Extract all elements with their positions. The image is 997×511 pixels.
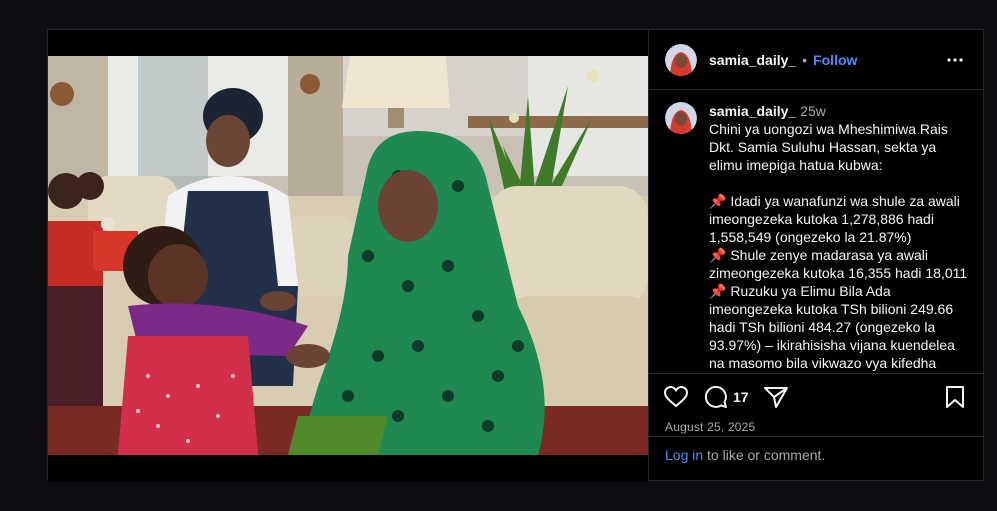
post-header: samia_daily_ • Follow [649,30,983,90]
avatar-image [665,102,697,134]
post-age[interactable]: 25w [800,103,826,119]
share-icon[interactable] [763,384,789,410]
separator-dot: • [802,51,808,68]
caption-row: samia_daily_ 25w Chini ya uongozi wa Mhes… [665,102,968,372]
comment-count: 17 [733,389,749,405]
pushpin-icon: 📌 [709,283,727,299]
caption-text: samia_daily_ 25w Chini ya uongozi wa Mhes… [709,102,968,372]
post-date[interactable]: August 25, 2025 [649,412,984,434]
caption-bullet-text: Shule zenye madarasa ya awali zimeongeze… [709,247,968,281]
caption-bullet: 📌 Shule zenye madarasa ya awali zimeonge… [709,246,968,282]
pushpin-icon: 📌 [709,193,727,209]
pushpin-icon: 📌 [709,247,727,263]
caption-avatar[interactable] [665,102,697,134]
caption-bullet: 📌 Idadi ya wanafunzi wa shule za awali i… [709,192,968,246]
login-prompt-text: to like or comment. [703,447,826,463]
bookmark-icon[interactable] [942,384,968,410]
caption-username[interactable]: samia_daily_ [709,103,796,119]
comment-icon[interactable] [703,384,729,410]
photo-image [48,56,648,455]
avatar[interactable] [665,43,697,76]
username-link[interactable]: samia_daily_ [709,52,796,68]
caption-area: samia_daily_ 25w Chini ya uongozi wa Mhes… [649,90,984,374]
heart-icon[interactable] [663,384,689,410]
post-photo[interactable] [48,56,648,455]
post-side-panel: samia_daily_ • Follow samia_daily_ 25w C… [648,30,984,480]
follow-button[interactable]: Follow [813,52,857,68]
caption-spacer [709,174,968,192]
login-link[interactable]: Log in [665,447,703,463]
caption-intro: Chini ya uongozi wa Mheshimiwa Rais Dkt.… [709,121,952,173]
login-prompt: Log in to like or comment. [649,436,984,480]
caption-bullet-text: Idadi ya wanafunzi wa shule za awali ime… [709,193,964,245]
post-modal: samia_daily_ • Follow samia_daily_ 25w C… [47,29,984,482]
post-media [48,30,648,482]
caption-bullet: 📌 Ruzuku ya Elimu Bila Ada imeongezeka k… [709,282,968,372]
caption-bullet-text: Ruzuku ya Elimu Bila Ada imeongezeka kut… [709,283,959,371]
avatar-image [665,43,697,76]
more-options-icon[interactable] [943,48,967,72]
action-bar: 17 [649,374,984,412]
